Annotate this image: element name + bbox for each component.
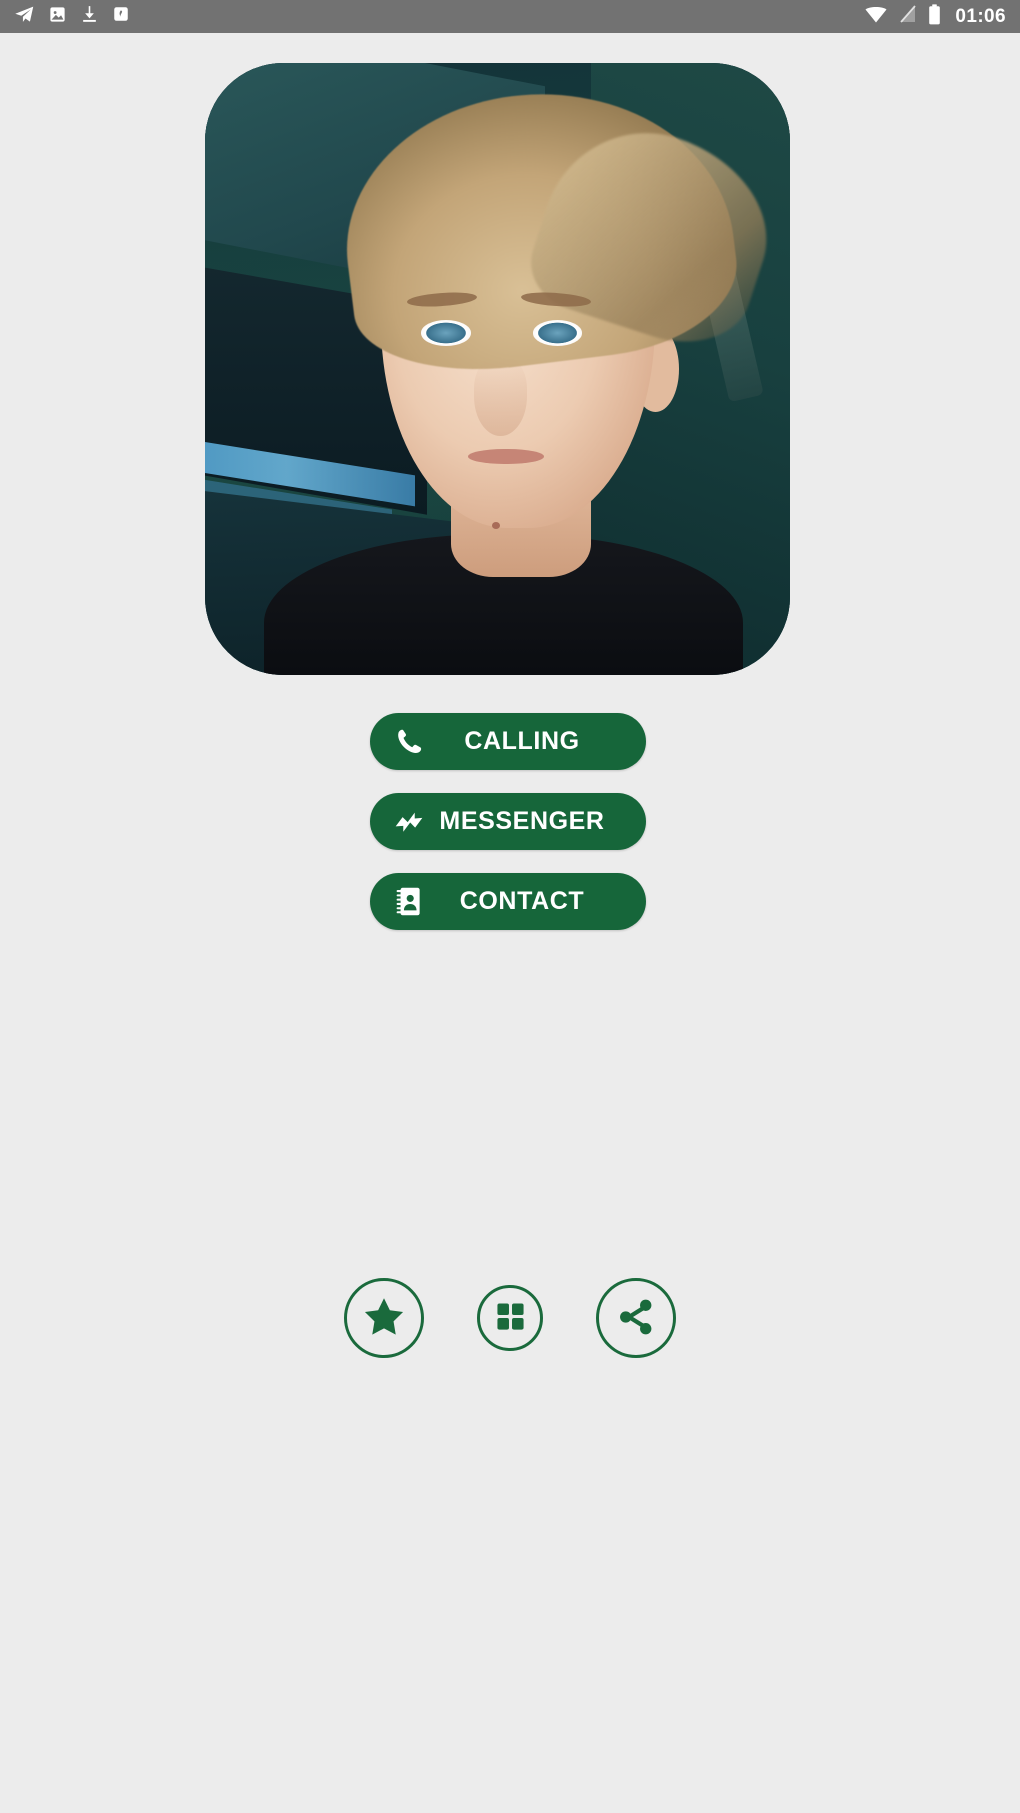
share-icon xyxy=(614,1295,658,1342)
wifi-icon xyxy=(864,4,888,29)
app-notification-icon xyxy=(112,5,130,28)
star-icon xyxy=(361,1295,407,1342)
calling-button-label: CALLING xyxy=(464,727,580,755)
bottom-action-bar xyxy=(0,1278,1020,1358)
messenger-button-label: MESSENGER xyxy=(439,807,605,835)
apps-button[interactable] xyxy=(477,1285,543,1351)
battery-icon xyxy=(928,3,941,30)
gallery-icon xyxy=(48,5,67,29)
messenger-button[interactable]: MESSENGER xyxy=(370,793,646,850)
contact-photo[interactable] xyxy=(205,63,790,675)
status-bar-clock: 01:06 xyxy=(955,6,1006,27)
download-icon xyxy=(80,4,99,29)
status-bar-notifications xyxy=(14,4,130,30)
contact-book-icon xyxy=(392,885,426,919)
status-bar: 01:06 xyxy=(0,0,1020,33)
no-signal-icon xyxy=(899,4,917,29)
contact-photo-image xyxy=(205,63,790,675)
contact-button-label: CONTACT xyxy=(459,887,585,915)
calling-button[interactable]: CALLING xyxy=(370,713,646,770)
phone-icon xyxy=(392,725,426,759)
grid-icon xyxy=(494,1300,527,1336)
share-button[interactable] xyxy=(596,1278,676,1358)
status-bar-system: 01:06 xyxy=(864,3,1006,30)
app-screen: 01:06 CALLING MESSENGER CONTACT xyxy=(0,0,1020,1813)
telegram-icon xyxy=(14,4,35,30)
contact-button[interactable]: CONTACT xyxy=(370,873,646,930)
messenger-icon xyxy=(392,805,426,839)
favorite-button[interactable] xyxy=(344,1278,424,1358)
contact-actions: CALLING MESSENGER CONTACT xyxy=(370,713,646,930)
